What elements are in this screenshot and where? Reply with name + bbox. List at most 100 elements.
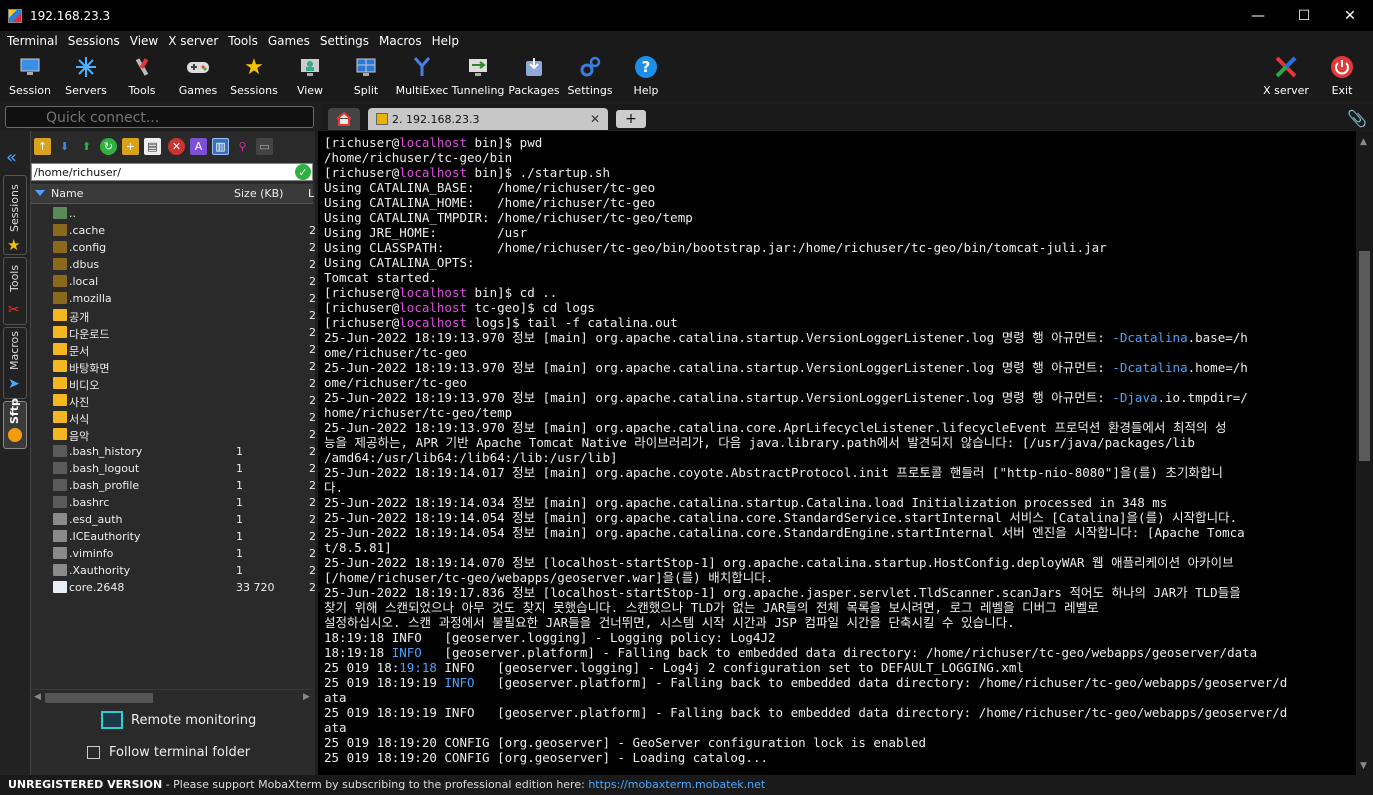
exit-button[interactable]: Exit bbox=[1314, 51, 1370, 101]
file-row[interactable]: 바탕화면 2 bbox=[31, 358, 316, 375]
refresh-icon[interactable]: ↻ bbox=[100, 138, 117, 155]
file-row[interactable]: .local 2 bbox=[31, 273, 316, 290]
menu-sessions[interactable]: Sessions bbox=[63, 34, 125, 48]
terminal-line: 찾기 위해 스캔되었으나 아무 것도 찾지 못했습니다. 스캔했으나 TLD가 … bbox=[324, 600, 1099, 615]
scroll-up-icon[interactable]: ▲ bbox=[1360, 137, 1367, 147]
xserver-button[interactable]: X server bbox=[1258, 51, 1314, 101]
rename-icon[interactable]: A bbox=[190, 138, 207, 155]
hscroll-thumb[interactable] bbox=[45, 693, 153, 703]
file-row[interactable]: .bash_logout 1 2 bbox=[31, 460, 316, 477]
file-last-modified: 2 bbox=[309, 479, 316, 492]
help-button[interactable]: ? Help bbox=[618, 51, 674, 101]
search-files-icon[interactable]: ⚲ bbox=[234, 138, 251, 155]
menu-settings[interactable]: Settings bbox=[315, 34, 374, 48]
file-row[interactable]: .bash_history 1 2 bbox=[31, 443, 316, 460]
close-button[interactable]: ✕ bbox=[1327, 0, 1373, 31]
tab-close-icon[interactable]: ✕ bbox=[590, 112, 600, 126]
file-row[interactable]: .mozilla 2 bbox=[31, 290, 316, 307]
scroll-down-icon[interactable]: ▼ bbox=[1360, 761, 1367, 771]
column-size[interactable]: Size (KB) bbox=[234, 187, 283, 200]
checkmark-icon[interactable]: ✓ bbox=[295, 164, 311, 180]
servers-button[interactable]: Servers bbox=[58, 51, 114, 101]
file-row[interactable]: 공개 2 bbox=[31, 307, 316, 324]
parent-folder-icon[interactable]: ↑ bbox=[34, 138, 51, 155]
file-name: .esd_auth bbox=[69, 513, 123, 526]
file-row[interactable]: 비디오 2 bbox=[31, 375, 316, 392]
maximize-button[interactable]: ☐ bbox=[1281, 0, 1327, 31]
sessions-button[interactable]: ★ Sessions bbox=[226, 51, 282, 101]
side-tab-macros[interactable]: Macros ➤ bbox=[3, 327, 27, 399]
checkbox-icon[interactable] bbox=[87, 746, 100, 759]
menu-tools[interactable]: Tools bbox=[223, 34, 263, 48]
download-icon[interactable]: ⬇ bbox=[56, 138, 73, 155]
terminal-output[interactable]: [richuser@localhost bin]$ pwd/home/richu… bbox=[318, 131, 1356, 775]
permissions-icon[interactable]: ▥ bbox=[212, 138, 229, 155]
terminal-vscroll[interactable]: ▲ ▼ bbox=[1356, 131, 1373, 775]
file-row[interactable]: .esd_auth 1 2 bbox=[31, 511, 316, 528]
file-row[interactable]: .ICEauthority 1 2 bbox=[31, 528, 316, 545]
scroll-right-icon[interactable]: ▶ bbox=[303, 692, 310, 702]
file-icon bbox=[53, 530, 67, 542]
minimize-button[interactable]: — bbox=[1235, 0, 1281, 31]
split-icon bbox=[354, 55, 378, 79]
menu-view[interactable]: View bbox=[125, 34, 163, 48]
follow-terminal-checkbox[interactable]: Follow terminal folder bbox=[87, 745, 250, 760]
tunneling-button[interactable]: Tunneling bbox=[450, 51, 506, 101]
delete-icon[interactable]: ✕ bbox=[168, 138, 185, 155]
file-row[interactable]: .cache 2 bbox=[31, 222, 316, 239]
menu-games[interactable]: Games bbox=[263, 34, 315, 48]
column-last-modified[interactable]: L bbox=[308, 187, 314, 200]
tab-session-2[interactable]: 2. 192.168.23.3 ✕ bbox=[368, 108, 608, 130]
file-row[interactable]: .. bbox=[31, 205, 313, 222]
tools-button[interactable]: Tools bbox=[114, 51, 170, 101]
terminal-line: 25-Jun-2022 18:19:13.970 정보 [main] org.a… bbox=[324, 390, 1248, 405]
terminal-line: 능을 제공하는, APR 기반 Apache Tomcat Native 라이브… bbox=[324, 435, 1195, 450]
column-name[interactable]: Name bbox=[51, 187, 83, 200]
quick-connect-input[interactable] bbox=[5, 106, 314, 128]
collapse-icon[interactable]: « bbox=[6, 147, 17, 168]
multiexec-button[interactable]: MultiExec bbox=[394, 51, 450, 101]
file-row[interactable]: core.2648 33 720 2 bbox=[31, 579, 316, 596]
file-row[interactable]: .bash_profile 1 2 bbox=[31, 477, 316, 494]
new-folder-icon[interactable]: + bbox=[122, 138, 139, 155]
settings-button[interactable]: Settings bbox=[562, 51, 618, 101]
file-list-hscroll[interactable]: ◀ ▶ bbox=[31, 689, 313, 705]
help-icon: ? bbox=[634, 55, 658, 79]
session-button[interactable]: Session bbox=[2, 51, 58, 101]
view-button[interactable]: View bbox=[282, 51, 338, 101]
side-tab-tools[interactable]: Tools ✂ bbox=[3, 257, 27, 325]
menu-help[interactable]: Help bbox=[427, 34, 464, 48]
side-tab-sftp[interactable]: Sftp bbox=[3, 398, 27, 449]
vscroll-thumb[interactable] bbox=[1359, 251, 1370, 461]
file-row[interactable]: 다운로드 2 bbox=[31, 324, 316, 341]
games-button[interactable]: Games bbox=[170, 51, 226, 101]
mobatek-link[interactable]: https://mobaxterm.mobatek.net bbox=[588, 778, 765, 791]
file-row[interactable]: 음악 2 bbox=[31, 426, 316, 443]
file-row[interactable]: .config 2 bbox=[31, 239, 316, 256]
file-row[interactable]: .dbus 2 bbox=[31, 256, 316, 273]
file-row[interactable]: 문서 2 bbox=[31, 341, 316, 358]
remote-monitoring-button[interactable]: Remote monitoring bbox=[101, 711, 256, 729]
title-bar: 192.168.23.3 — ☐ ✕ bbox=[0, 0, 1373, 31]
new-tab-button[interactable]: + bbox=[616, 110, 646, 128]
scroll-left-icon[interactable]: ◀ bbox=[34, 692, 41, 702]
paperclip-icon[interactable]: 📎 bbox=[1347, 109, 1367, 128]
terminal-line: 25 019 18:19:20 CONFIG [org.geoserver] -… bbox=[324, 750, 769, 765]
file-row[interactable]: 서식 2 bbox=[31, 409, 316, 426]
terminal-icon[interactable]: ▭ bbox=[256, 138, 273, 155]
split-button[interactable]: Split bbox=[338, 51, 394, 101]
new-file-icon[interactable]: ▤ bbox=[144, 138, 161, 155]
menu-terminal[interactable]: Terminal bbox=[2, 34, 63, 48]
file-row[interactable]: .viminfo 1 2 bbox=[31, 545, 316, 562]
tab-home[interactable] bbox=[328, 108, 360, 130]
file-row[interactable]: .bashrc 1 2 bbox=[31, 494, 316, 511]
file-row[interactable]: .Xauthority 1 2 bbox=[31, 562, 316, 579]
file-name: .. bbox=[69, 207, 76, 220]
sftp-path-field[interactable]: /home/richuser/ ✓ bbox=[31, 163, 313, 181]
packages-button[interactable]: Packages bbox=[506, 51, 562, 101]
upload-icon[interactable]: ⬆ bbox=[78, 138, 95, 155]
menu-xserver[interactable]: X server bbox=[163, 34, 223, 48]
side-tab-sessions[interactable]: Sessions ★ bbox=[3, 175, 27, 255]
menu-macros[interactable]: Macros bbox=[374, 34, 427, 48]
file-row[interactable]: 사진 2 bbox=[31, 392, 316, 409]
